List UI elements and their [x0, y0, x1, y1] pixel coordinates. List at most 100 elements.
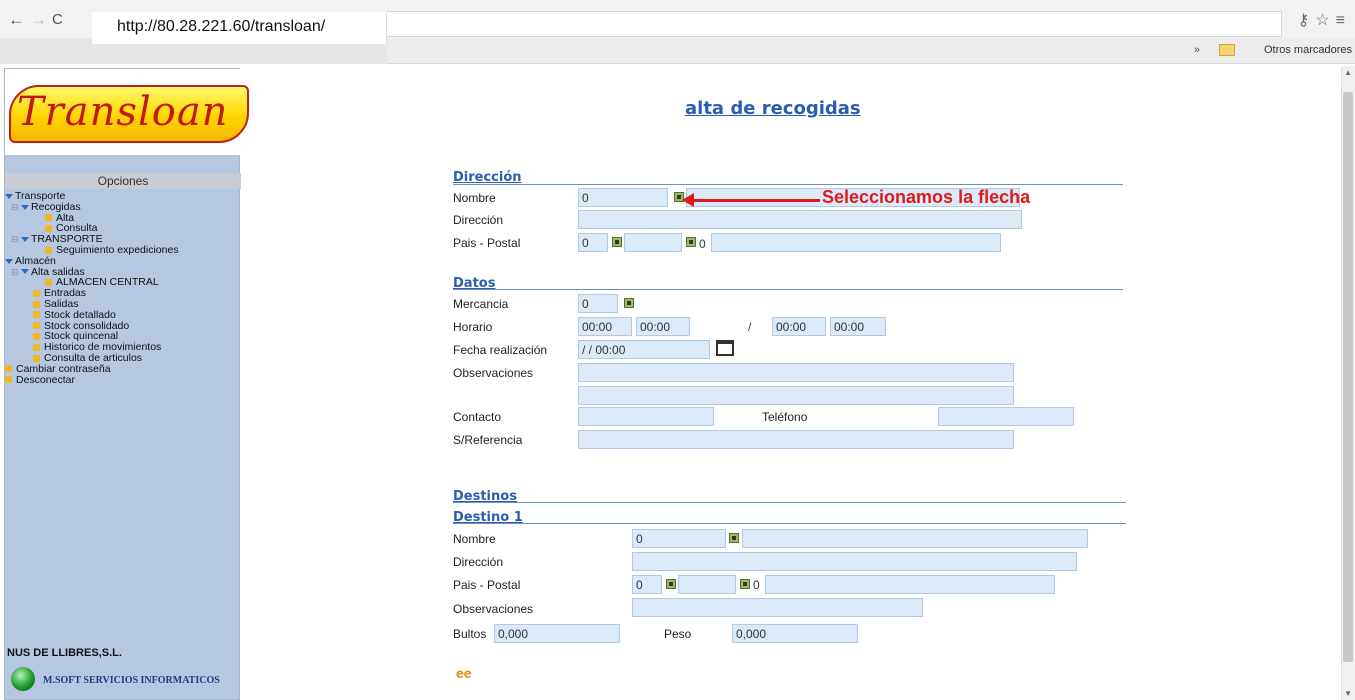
referencia-field[interactable] [578, 430, 1014, 449]
accept-button-icon[interactable]: ee [456, 665, 472, 681]
page-leaf-icon [33, 343, 40, 351]
browser-menu-icons[interactable]: ⚷☆≡ [1298, 10, 1351, 30]
scroll-thumb[interactable] [1343, 92, 1353, 662]
nombre-code-field[interactable]: 0 [578, 188, 668, 207]
peso-label: Peso [664, 627, 692, 641]
page-leaf-icon [5, 365, 12, 373]
page-leaf-icon [33, 300, 40, 308]
sidebar-item-stock-consolidado[interactable]: Stock consolidado [5, 320, 241, 332]
peso-field[interactable]: 0,000 [732, 624, 858, 643]
vertical-scrollbar[interactable]: ▲ ▼ [1341, 66, 1355, 700]
pais-postal-label: Pais - Postal [453, 236, 521, 250]
folder-icon [1219, 44, 1235, 56]
mercancia-field[interactable]: 0 [578, 294, 618, 313]
other-bookmarks-link[interactable]: Otros marcadores [1264, 44, 1352, 56]
telefono-label: Teléfono [762, 410, 808, 424]
page-leaf-icon [5, 376, 12, 384]
annotation-text: Seleccionamos la flecha [822, 187, 1031, 207]
destino-postal-code-text: 0 [753, 578, 760, 592]
scroll-down-icon[interactable]: ▼ [1344, 689, 1352, 698]
reload-icon[interactable]: C [52, 11, 63, 28]
back-arrow-icon[interactable]: ← [8, 10, 25, 30]
destino-postal-name-field[interactable] [765, 575, 1055, 594]
transloan-logo[interactable]: Transloan [9, 85, 249, 143]
expand-triangle-icon [21, 236, 29, 242]
destino-pais-lookup-icon[interactable] [666, 579, 676, 589]
address-bar[interactable]: http://80.28.221.60/transloan/ [92, 12, 387, 44]
sidebar-item-recogidas[interactable]: ⊟ Recogidas [5, 201, 241, 213]
sidebar-item-label: Seguimiento expediciones [56, 243, 179, 256]
sidebar-item-salidas[interactable]: Salidas [5, 299, 241, 310]
expand-triangle-icon [21, 204, 29, 210]
pais-code-field[interactable]: 0 [578, 233, 608, 252]
destino-pais-name-field[interactable] [678, 575, 736, 594]
direccion-label: Dirección [453, 213, 504, 227]
sidebar-item-alta[interactable]: Alta [5, 212, 241, 224]
section-direccion-heading: Dirección [453, 170, 522, 185]
horario-to-2-field[interactable]: 00:00 [830, 317, 886, 336]
fecha-field[interactable]: / / 00:00 [578, 340, 710, 359]
sidebar-item-label: Desconectar [16, 373, 75, 386]
sidebar-item-entradas[interactable]: Entradas [5, 288, 241, 299]
page-leaf-icon [45, 214, 52, 222]
expand-triangle-icon [5, 258, 13, 264]
sidebar-item-desconectar[interactable]: Desconectar [5, 373, 241, 386]
collapse-icon[interactable]: ⊟ [11, 202, 21, 213]
destino-observaciones-field[interactable] [632, 598, 923, 617]
section-divider [453, 502, 1126, 503]
nombre-label: Nombre [453, 191, 496, 205]
horario-separator: / [748, 320, 752, 334]
annotation-arrow-line [690, 199, 820, 202]
options-header: Opciones [5, 173, 241, 189]
bultos-label: Bultos [453, 627, 487, 641]
postal-name-field[interactable] [711, 233, 1001, 252]
collapse-icon[interactable]: ⊟ [11, 234, 21, 245]
address-bar-extension[interactable] [387, 11, 1282, 37]
page-title: alta de recogidas [685, 98, 861, 119]
observaciones-field-2[interactable] [578, 386, 1014, 405]
bultos-field[interactable]: 0,000 [494, 624, 620, 643]
observaciones-field-1[interactable] [578, 363, 1014, 382]
destino-postal-lookup-icon[interactable] [740, 579, 750, 589]
scroll-up-icon[interactable]: ▲ [1344, 68, 1352, 77]
direccion-field[interactable] [578, 210, 1022, 229]
observaciones-label: Observaciones [453, 366, 534, 380]
horario-from-2-field[interactable]: 00:00 [772, 317, 826, 336]
page-leaf-icon [33, 311, 40, 319]
destino-nombre-lookup-icon[interactable] [729, 533, 739, 543]
expand-triangle-icon [5, 193, 13, 199]
page-leaf-icon [45, 279, 52, 287]
company-name: NUS DE LLIBRES,S.L. [7, 647, 122, 659]
page-leaf-icon [33, 354, 40, 362]
destino-nombre-label: Nombre [453, 532, 496, 546]
mercancia-label: Mercancia [453, 297, 509, 311]
horario-label: Horario [453, 320, 493, 334]
destino-pais-label: Pais - Postal [453, 578, 521, 592]
referencia-label: S/Referencia [453, 433, 523, 447]
logo-area: Transloan [5, 69, 249, 155]
telefono-field[interactable] [938, 407, 1074, 426]
postal-code-text: 0 [699, 237, 706, 251]
destino-nombre-name-field[interactable] [742, 529, 1088, 548]
section-divider [453, 184, 1123, 185]
page-leaf-icon [33, 289, 40, 297]
calendar-icon[interactable] [716, 340, 734, 356]
horario-to-1-field[interactable]: 00:00 [636, 317, 690, 336]
menu-tree: Transporte ⊟ Recogidas Alta Consulta ⊟ TRANSPO… [5, 191, 241, 385]
contacto-label: Contacto [453, 410, 502, 424]
bookmarks-chevron-icon[interactable]: » [1194, 44, 1200, 56]
postal-lookup-icon[interactable] [686, 237, 696, 247]
destino-direccion-field[interactable] [632, 552, 1077, 571]
page-leaf-icon [45, 225, 52, 233]
contacto-field[interactable] [578, 407, 714, 426]
collapse-icon[interactable]: ⊟ [11, 267, 21, 278]
horario-from-1-field[interactable]: 00:00 [578, 317, 632, 336]
page-leaf-icon [45, 246, 52, 254]
destino-nombre-code-field[interactable]: 0 [632, 529, 726, 548]
sidebar-item-almacen-central[interactable]: ALMACEN CENTRAL [5, 277, 241, 288]
destino-pais-code-field[interactable]: 0 [632, 575, 662, 594]
pais-name-field[interactable] [624, 233, 682, 252]
forward-arrow-icon[interactable]: → [30, 10, 47, 30]
pais-lookup-icon[interactable] [612, 237, 622, 247]
mercancia-lookup-icon[interactable] [624, 298, 634, 308]
